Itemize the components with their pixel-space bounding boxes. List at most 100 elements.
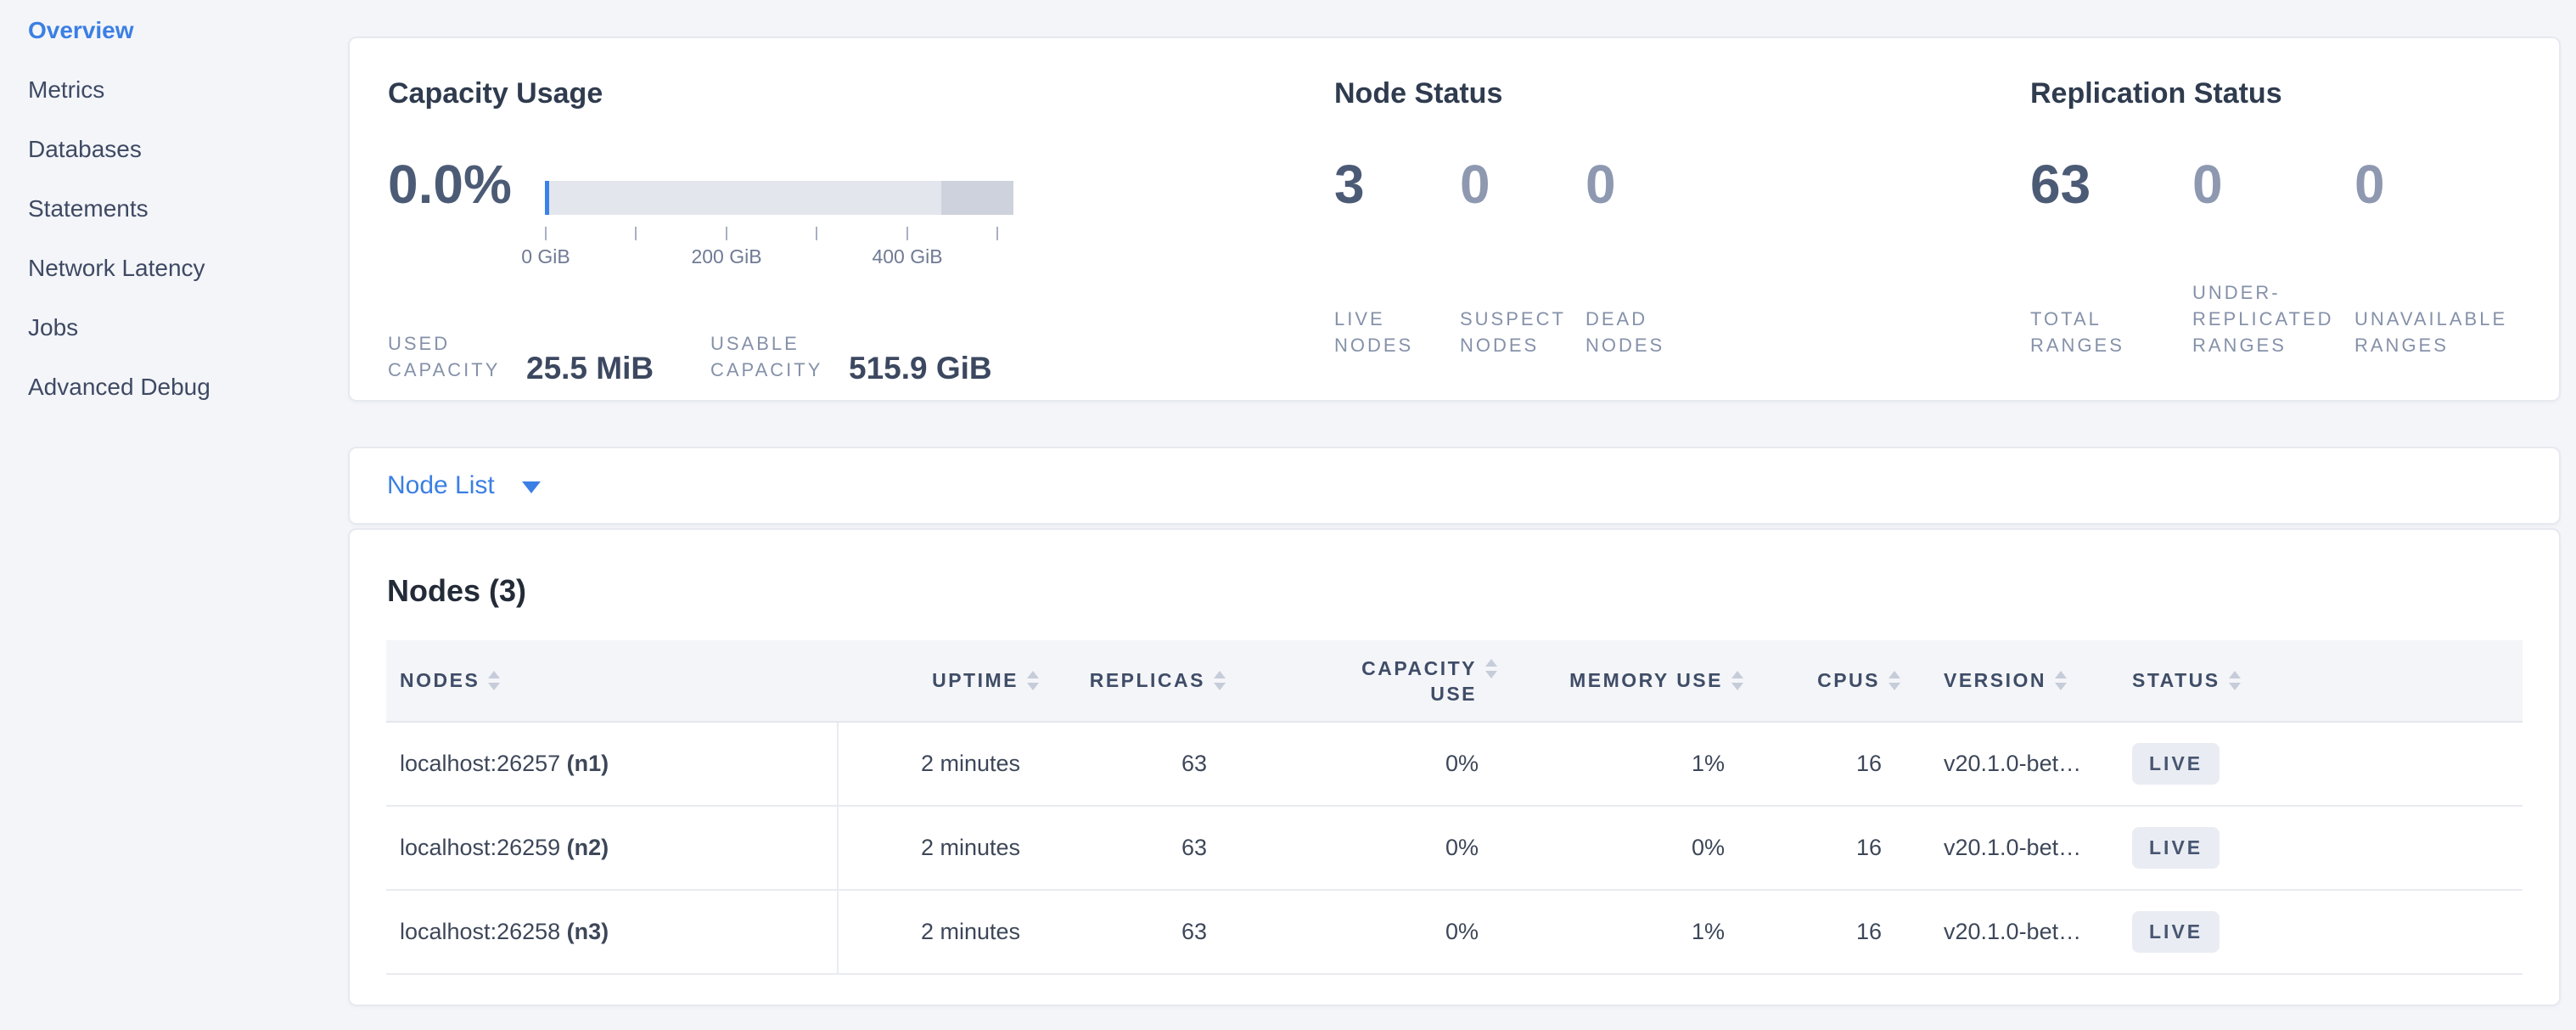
suspect-nodes-stat: 0 SUSPECT NODES [1460,155,1585,358]
header-memory-use[interactable]: MEMORY USE [1508,640,1754,722]
header-capacity-use[interactable]: CAPACITY USE [1237,640,1508,722]
uptime-cell: 2 minutes [838,722,1050,806]
table-header-row: NODES UPTIME REPLICAS CAPACITY USE MEMOR [386,640,2523,722]
app-root: Overview Metrics Databases Statements Ne… [0,0,2576,1030]
node-list-dropdown[interactable]: Node List [387,471,541,500]
live-nodes-label: LIVE NODES [1334,306,1460,358]
header-version[interactable]: VERSION [1911,640,2094,722]
node-list-dropdown-label: Node List [387,471,495,500]
memory-use-cell: 0% [1508,806,1754,890]
sidebar-item-network-latency[interactable]: Network Latency [0,239,348,298]
sidebar-item-databases[interactable]: Databases [0,120,348,179]
sidebar-item-statements[interactable]: Statements [0,179,348,239]
cluster-summary-card: Capacity Usage 0.0% [348,37,2561,402]
capacity-use-cell: 0% [1237,890,1508,974]
memory-use-cell: 1% [1508,722,1754,806]
node-status-section: Node Status 3 LIVE NODES 0 SUSPECT NODES… [1334,75,2030,400]
unavailable-ranges-value: 0 [2354,155,2517,214]
header-replicas[interactable]: REPLICAS [1050,640,1237,722]
suspect-nodes-label: SUSPECT NODES [1460,306,1585,358]
status-badge: LIVE [2132,743,2220,785]
sidebar-item-metrics[interactable]: Metrics [0,60,348,120]
capacity-bar-other-segment [941,181,1013,215]
dead-nodes-value: 0 [1585,155,1711,214]
axis-label: 400 GiB [872,245,942,268]
replicas-cell: 63 [1050,890,1237,974]
sort-icon [488,671,500,690]
header-replicas-label: REPLICAS [1090,669,1205,692]
sidebar-item-overview[interactable]: Overview [0,1,348,60]
dead-nodes-stat: 0 DEAD NODES [1585,155,1711,358]
sort-icon [1214,671,1226,690]
under-replicated-ranges-value: 0 [2192,155,2354,214]
node-id: (n2) [567,835,609,860]
node-address-cell[interactable]: localhost:26257 (n1) [386,722,838,806]
uptime-cell: 2 minutes [838,806,1050,890]
used-capacity-value: 25.5 MiB [526,351,654,386]
axis-tick [816,227,817,240]
sort-icon [1027,671,1039,690]
sidebar-item-advanced-debug[interactable]: Advanced Debug [0,357,348,417]
replicas-cell: 63 [1050,722,1237,806]
version-cell: v20.1.0-bet… [1911,806,2094,890]
table-row[interactable]: localhost:26258 (n3) 2 minutes 63 0% 1% … [386,890,2523,974]
nodes-count-title: Nodes (3) [387,572,2523,610]
cpus-cell: 16 [1754,722,1911,806]
capacity-axis-ticks [545,227,1013,240]
unavailable-ranges-stat: 0 UNAVAILABLE RANGES [2354,155,2517,358]
capacity-bar-used-marker [545,181,549,215]
node-address-cell[interactable]: localhost:26258 (n3) [386,890,838,974]
sidebar: Overview Metrics Databases Statements Ne… [0,0,348,1030]
replication-status-section: Replication Status 63 TOTAL RANGES 0 UND… [2030,75,2559,400]
live-nodes-value: 3 [1334,155,1460,214]
usable-capacity-value: 515.9 GiB [849,351,992,386]
chevron-down-icon [522,481,541,493]
header-status-label: STATUS [2132,669,2220,692]
total-ranges-label: TOTAL RANGES [2030,306,2192,358]
sidebar-item-jobs[interactable]: Jobs [0,298,348,357]
node-id: (n3) [567,919,609,944]
header-status[interactable]: STATUS [2094,640,2523,722]
sort-icon [1889,671,1900,690]
status-cell: LIVE [2094,722,2523,806]
node-address: localhost:26259 [400,835,560,860]
node-address: localhost:26258 [400,919,560,944]
table-row[interactable]: localhost:26259 (n2) 2 minutes 63 0% 0% … [386,806,2523,890]
axis-tick [635,227,637,240]
dead-nodes-label: DEAD NODES [1585,306,1711,358]
nodes-table-card: Nodes (3) NODES UPTIME RE [348,528,2561,1006]
uptime-cell: 2 minutes [838,890,1050,974]
node-status-title: Node Status [1334,75,2030,112]
node-address-cell[interactable]: localhost:26259 (n2) [386,806,838,890]
header-memory-use-label: MEMORY USE [1569,669,1723,692]
axis-label: 200 GiB [691,245,761,268]
sort-icon [1731,671,1743,690]
suspect-nodes-value: 0 [1460,155,1585,214]
header-cpus[interactable]: CPUS [1754,640,1911,722]
capacity-use-cell: 0% [1237,722,1508,806]
capacity-used-percent: 0.0% [388,156,545,212]
total-ranges-value: 63 [2030,155,2192,214]
status-cell: LIVE [2094,806,2523,890]
version-cell: v20.1.0-bet… [1911,890,2094,974]
used-capacity-stat: USED CAPACITY 25.5 MiB [388,330,710,383]
sort-icon [1485,659,1497,678]
memory-use-cell: 1% [1508,890,1754,974]
sort-icon [2229,671,2241,690]
live-nodes-stat: 3 LIVE NODES [1334,155,1460,358]
usable-capacity-label: USABLE CAPACITY [710,330,849,383]
nodes-table: NODES UPTIME REPLICAS CAPACITY USE MEMOR [386,640,2523,975]
under-replicated-ranges-stat: 0 UNDER-REPLICATED RANGES [2192,155,2354,358]
capacity-axis-labels: 0 GiB 200 GiB 400 GiB [545,245,1013,269]
table-row[interactable]: localhost:26257 (n1) 2 minutes 63 0% 1% … [386,722,2523,806]
header-nodes[interactable]: NODES [386,640,838,722]
sort-icon [2055,671,2067,690]
status-badge: LIVE [2132,911,2220,953]
header-uptime-label: UPTIME [932,669,1019,692]
status-cell: LIVE [2094,890,2523,974]
header-cpus-label: CPUS [1817,669,1880,692]
header-uptime[interactable]: UPTIME [838,640,1050,722]
unavailable-ranges-label: UNAVAILABLE RANGES [2354,306,2517,358]
capacity-bar-track [545,181,1013,215]
capacity-bar-chart: 0 GiB 200 GiB 400 GiB [545,181,1013,269]
